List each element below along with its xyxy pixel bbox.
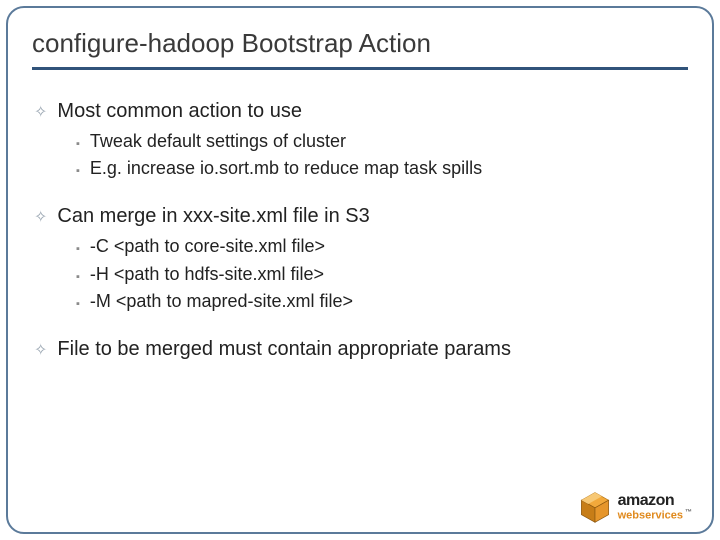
list-subitem: ▪ Tweak default settings of cluster (76, 129, 688, 154)
aws-cube-icon (578, 490, 612, 524)
logo-sub: webservices™ (618, 509, 692, 522)
list-subitem: ▪ -C <path to core-site.xml file> (76, 234, 688, 259)
list-item-text: Can merge in xxx-site.xml file in S3 (57, 203, 369, 230)
list-subitem-text: -C <path to core-site.xml file> (90, 234, 325, 259)
logo-brand: amazon (618, 493, 692, 509)
list-subitem-text: Tweak default settings of cluster (90, 129, 346, 154)
list-item: ✧ Most common action to use (34, 98, 688, 125)
square-bullet-icon: ▪ (76, 138, 80, 150)
square-bullet-icon: ▪ (76, 271, 80, 283)
diamond-bullet-icon: ✧ (34, 105, 47, 121)
slide-content: ✧ Most common action to use ▪ Tweak defa… (32, 98, 688, 363)
diamond-bullet-icon: ✧ (34, 343, 47, 359)
list-item-text: File to be merged must contain appropria… (57, 336, 511, 363)
list-subitem-text: -H <path to hdfs-site.xml file> (90, 262, 324, 287)
square-bullet-icon: ▪ (76, 298, 80, 310)
list-item-text: Most common action to use (57, 98, 302, 125)
title-rule (32, 67, 688, 70)
trademark-icon: ™ (685, 509, 692, 516)
aws-logo-text: amazon webservices™ (618, 493, 692, 522)
list-subitem-text: E.g. increase io.sort.mb to reduce map t… (90, 156, 482, 181)
slide-title: configure-hadoop Bootstrap Action (32, 28, 688, 59)
square-bullet-icon: ▪ (76, 243, 80, 255)
list-item: ✧ Can merge in xxx-site.xml file in S3 (34, 203, 688, 230)
slide: configure-hadoop Bootstrap Action ✧ Most… (0, 0, 720, 540)
list-subitem: ▪ E.g. increase io.sort.mb to reduce map… (76, 156, 688, 181)
diamond-bullet-icon: ✧ (34, 210, 47, 226)
list-item: ✧ File to be merged must contain appropr… (34, 336, 688, 363)
aws-logo: amazon webservices™ (578, 490, 692, 524)
square-bullet-icon: ▪ (76, 165, 80, 177)
list-subitem: ▪ -M <path to mapred-site.xml file> (76, 289, 688, 314)
list-subitem-text: -M <path to mapred-site.xml file> (90, 289, 353, 314)
list-subitem: ▪ -H <path to hdfs-site.xml file> (76, 262, 688, 287)
